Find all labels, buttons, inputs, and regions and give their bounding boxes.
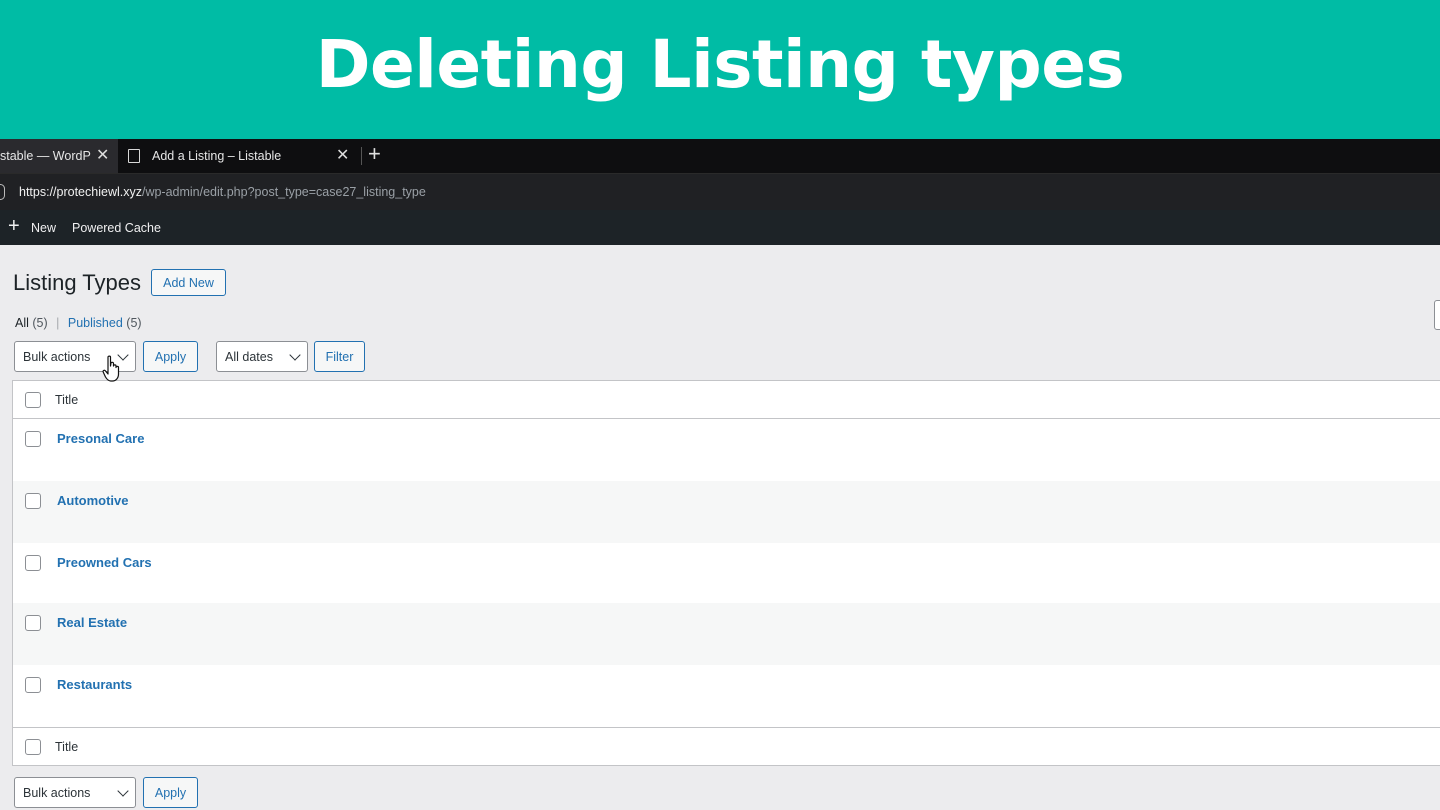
dates-select[interactable]: All dates bbox=[216, 341, 308, 372]
tab-title: Add a Listing – Listable bbox=[152, 149, 282, 163]
add-new-button[interactable]: Add New bbox=[151, 269, 226, 296]
row-checkbox[interactable] bbox=[25, 615, 41, 631]
select-all-checkbox[interactable] bbox=[25, 392, 41, 408]
table-row: Presonal Care bbox=[13, 419, 1440, 481]
title-banner: Deleting Listing types bbox=[0, 0, 1440, 139]
row-checkbox[interactable] bbox=[25, 493, 41, 509]
bulk-actions-value: Bulk actions bbox=[23, 349, 91, 364]
filter-button[interactable]: Filter bbox=[314, 341, 365, 372]
wp-admin-bar: + New Powered Cache bbox=[0, 210, 1440, 245]
bulk-actions-select-bottom[interactable]: Bulk actions bbox=[14, 777, 136, 808]
table-row: Preowned Cars bbox=[13, 543, 1440, 605]
column-title-header[interactable]: Title bbox=[55, 393, 78, 407]
apply-button-bottom[interactable]: Apply bbox=[143, 777, 198, 808]
select-all-checkbox-footer[interactable] bbox=[25, 739, 41, 755]
view-published-count: (5) bbox=[126, 316, 142, 330]
view-published[interactable]: Published bbox=[68, 316, 123, 330]
view-all-count: (5) bbox=[32, 316, 48, 330]
listing-types-table: Title Presonal Care Automotive Preowned … bbox=[12, 380, 1440, 766]
new-tab-icon[interactable]: + bbox=[368, 143, 381, 165]
browser-tab-bar: stable — WordP ✕ Add a Listing – Listabl… bbox=[0, 139, 1440, 173]
admin-bar-powered-cache[interactable]: Powered Cache bbox=[72, 221, 161, 235]
table-row: Automotive bbox=[13, 481, 1440, 543]
row-title-link[interactable]: Real Estate bbox=[57, 615, 127, 630]
tab-close-icon[interactable]: ✕ bbox=[336, 148, 349, 164]
document-icon bbox=[128, 149, 140, 163]
row-title-link[interactable]: Automotive bbox=[57, 493, 129, 508]
chevron-down-icon bbox=[117, 785, 129, 797]
table-row: Restaurants bbox=[13, 665, 1440, 727]
banner-title: Deleting Listing types bbox=[315, 26, 1125, 103]
row-checkbox[interactable] bbox=[25, 677, 41, 693]
tab-title: stable — WordP bbox=[0, 149, 91, 163]
row-title-link[interactable]: Restaurants bbox=[57, 677, 132, 692]
browser-tab-listable[interactable]: stable — WordP ✕ bbox=[0, 139, 118, 173]
chevron-down-icon bbox=[289, 349, 301, 361]
page-title: Listing Types bbox=[13, 270, 142, 295]
row-checkbox[interactable] bbox=[25, 431, 41, 447]
table-footer: Title bbox=[13, 727, 1440, 765]
apply-button[interactable]: Apply bbox=[143, 341, 198, 372]
url-path: /wp-admin/edit.php?post_type=case27_list… bbox=[141, 185, 426, 199]
hand-cursor-icon bbox=[102, 355, 120, 382]
tab-close-icon[interactable]: ✕ bbox=[96, 148, 109, 164]
url-host: https://protechiewl.xyz bbox=[19, 185, 142, 199]
table-header: Title bbox=[13, 381, 1440, 419]
table-row: Real Estate bbox=[13, 603, 1440, 665]
view-all[interactable]: All bbox=[15, 316, 29, 330]
url-text[interactable]: https://protechiewl.xyz/wp-admin/edit.ph… bbox=[19, 185, 426, 199]
admin-bar-new[interactable]: New bbox=[31, 221, 56, 235]
dates-value: All dates bbox=[225, 349, 273, 364]
screen-options-edge[interactable] bbox=[1434, 300, 1440, 330]
row-checkbox[interactable] bbox=[25, 555, 41, 571]
row-title-link[interactable]: Presonal Care bbox=[57, 431, 144, 446]
tab-separator bbox=[361, 147, 362, 165]
row-title-link[interactable]: Preowned Cars bbox=[57, 555, 152, 570]
browser-tab-add-listing[interactable]: Add a Listing – Listable ✕ bbox=[128, 139, 358, 173]
site-info-icon[interactable] bbox=[0, 184, 5, 200]
column-title-footer[interactable]: Title bbox=[55, 740, 78, 754]
address-bar[interactable]: https://protechiewl.xyz/wp-admin/edit.ph… bbox=[0, 173, 1440, 210]
status-views: All (5) | Published (5) bbox=[15, 316, 142, 330]
plus-icon[interactable]: + bbox=[8, 216, 20, 236]
bulk-actions-value: Bulk actions bbox=[23, 785, 91, 800]
view-separator: | bbox=[56, 316, 60, 330]
